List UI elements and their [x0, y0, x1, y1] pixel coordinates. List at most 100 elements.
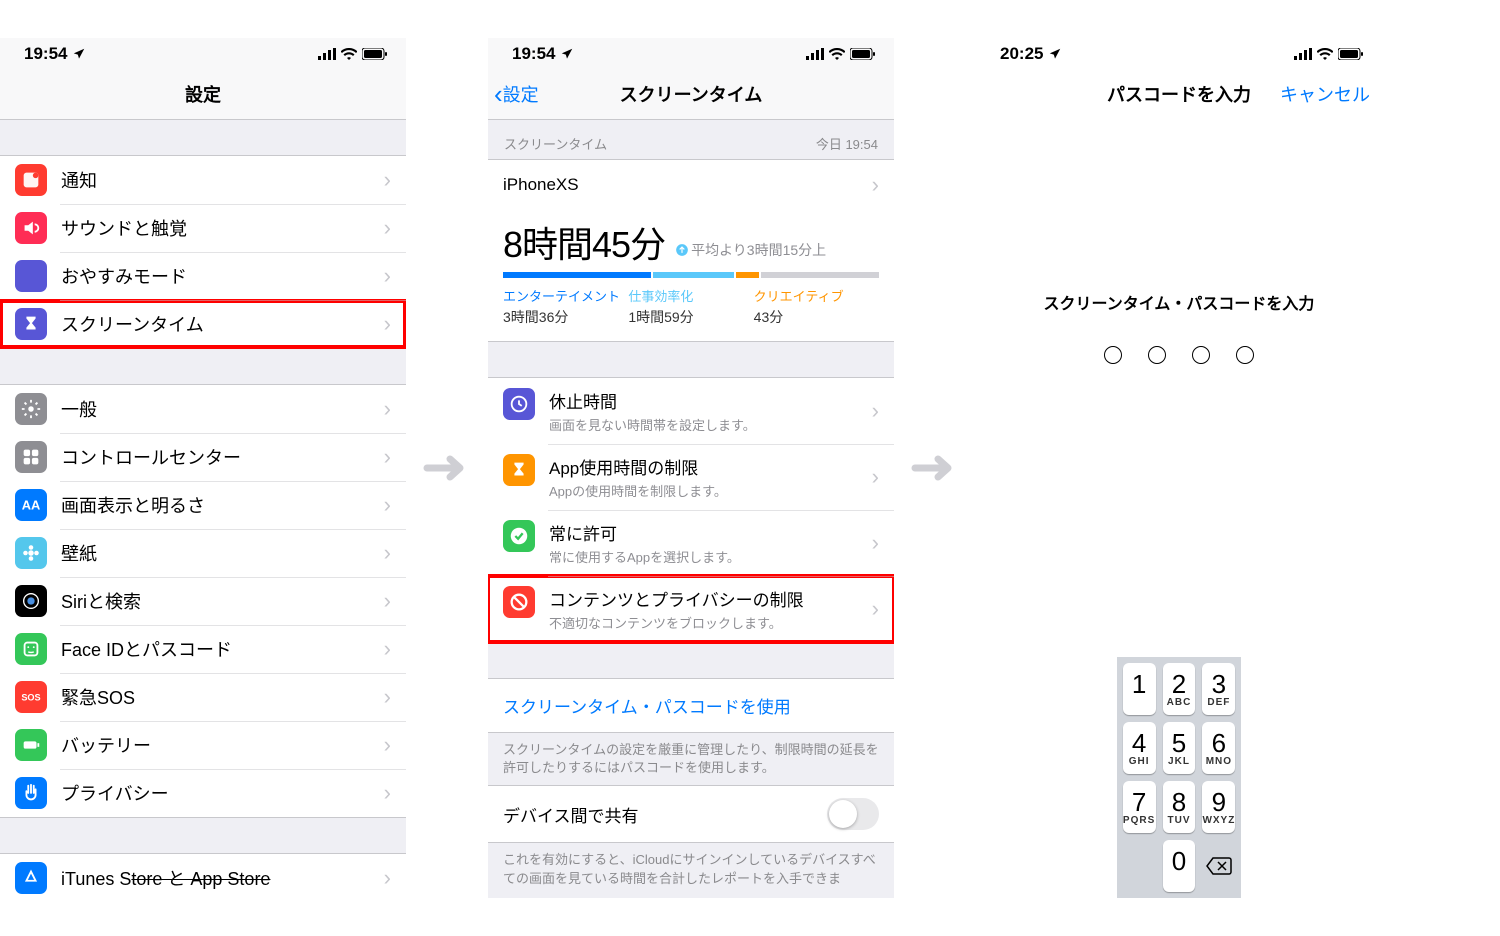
- row-label: スクリーンタイム: [61, 311, 384, 337]
- settings-row[interactable]: SOS緊急SOS›: [0, 673, 406, 721]
- settings-row[interactable]: AA画面表示と明るさ›: [0, 481, 406, 529]
- passcode-screen: 20:25 パスコードを入力 キャンセル スクリーンタイム・パスコードを入力 1…: [976, 38, 1382, 898]
- option-subtitle: Appの使用時間を制限します。: [549, 481, 866, 500]
- nav-bar: 設定: [0, 68, 406, 120]
- wifi-icon: [1317, 48, 1333, 60]
- keypad-key-4[interactable]: 4GHI: [1123, 722, 1156, 774]
- device-row[interactable]: iPhoneXS›: [488, 160, 894, 210]
- settings-row[interactable]: バッテリー›: [0, 721, 406, 769]
- key-number: 3: [1212, 671, 1226, 697]
- category: クリエイティブ43分: [754, 286, 879, 327]
- keypad-key-8[interactable]: 8TUV: [1163, 781, 1196, 833]
- key-number: 8: [1172, 789, 1186, 815]
- keypad-key-1[interactable]: 1: [1123, 663, 1156, 715]
- passcode-dots: [1104, 346, 1254, 364]
- settings-row[interactable]: サウンドと触覚›: [0, 204, 406, 252]
- chevron-right-icon: ›: [384, 263, 391, 289]
- settings-row[interactable]: 一般›: [0, 385, 406, 433]
- nav-bar: パスコードを入力 キャンセル: [976, 68, 1382, 120]
- option-subtitle: 画面を見ない時間帯を設定します。: [549, 415, 866, 434]
- key-letters: MNO: [1206, 756, 1232, 767]
- status-bar: 20:25: [976, 38, 1382, 68]
- footer-text: スクリーンタイムの設定を厳重に管理したり、制限時間の延長を許可したりするにはパス…: [488, 733, 894, 785]
- settings-row[interactable]: iTunes Store と App Store›: [0, 854, 406, 898]
- keypad-key-9[interactable]: 9WXYZ: [1202, 781, 1235, 833]
- key-letters: PQRS: [1123, 815, 1155, 826]
- passcode-dot: [1148, 346, 1166, 364]
- chevron-right-icon: ›: [872, 596, 879, 622]
- chevron-left-icon: ‹: [494, 81, 503, 107]
- keypad-key-5[interactable]: 5JKL: [1163, 722, 1196, 774]
- aa-icon: AA: [15, 489, 47, 521]
- settings-row[interactable]: スクリーンタイム›: [0, 300, 406, 348]
- key-letters: GHI: [1129, 756, 1150, 767]
- option-row[interactable]: App使用時間の制限Appの使用時間を制限します。›: [488, 444, 894, 510]
- settings-row[interactable]: おやすみモード›: [0, 252, 406, 300]
- cancel-button[interactable]: キャンセル: [1280, 81, 1370, 107]
- key-number: 5: [1172, 730, 1186, 756]
- settings-row[interactable]: コントロールセンター›: [0, 433, 406, 481]
- passcode-dot: [1236, 346, 1254, 364]
- row-label: バッテリー: [61, 732, 384, 758]
- keypad-key-2[interactable]: 2ABC: [1163, 663, 1196, 715]
- hourglass-icon: [15, 308, 47, 340]
- settings-row[interactable]: 壁紙›: [0, 529, 406, 577]
- usage-bar: [503, 272, 879, 278]
- key-number: 7: [1132, 789, 1146, 815]
- key-letters: ABC: [1167, 697, 1192, 708]
- total-time: 8時間45分: [503, 216, 665, 268]
- row-label: iTunes Store と App Store: [61, 865, 384, 891]
- toggle-switch[interactable]: [827, 798, 879, 830]
- option-title: App使用時間の制限: [549, 454, 866, 479]
- chevron-right-icon: ›: [872, 172, 879, 198]
- row-label: 緊急SOS: [61, 684, 384, 710]
- use-passcode-link[interactable]: スクリーンタイム・パスコードを使用: [488, 678, 894, 733]
- keypad-key-7[interactable]: 7PQRS: [1123, 781, 1156, 833]
- option-row[interactable]: 常に許可常に使用するAppを選択します。›: [488, 510, 894, 576]
- keypad-delete[interactable]: [1202, 840, 1235, 892]
- key-letters: JKL: [1168, 756, 1190, 767]
- option-title: 休止時間: [549, 388, 866, 413]
- sos-icon: SOS: [15, 681, 47, 713]
- check-icon: [503, 520, 535, 552]
- location-icon: [1048, 47, 1062, 61]
- keypad-spacer: [1123, 840, 1156, 892]
- three-screenshots: 19:54 設定 通知›サウンドと触覚›おやすみモード›スクリーンタイム›一般›…: [0, 0, 1500, 936]
- keypad-key-0[interactable]: 0: [1163, 840, 1196, 892]
- key-number: 0: [1172, 848, 1186, 874]
- keypad-key-3[interactable]: 3DEF: [1202, 663, 1235, 715]
- row-label: Face IDとパスコード: [61, 636, 384, 662]
- screentime-screen: 19:54 ‹ 設定 スクリーンタイム スクリーンタイム今日 19:54iPho…: [488, 38, 894, 898]
- status-bar: 19:54: [0, 38, 406, 68]
- arrow-1: [406, 453, 488, 483]
- page-title: パスコードを入力: [1107, 81, 1251, 107]
- status-time: 19:54: [24, 44, 67, 64]
- status-time: 20:25: [1000, 44, 1043, 64]
- settings-row[interactable]: Face IDとパスコード›: [0, 625, 406, 673]
- gear-icon: [15, 393, 47, 425]
- share-across-devices-row[interactable]: デバイス間で共有: [488, 785, 894, 843]
- settings-row[interactable]: 通知›: [0, 156, 406, 204]
- status-time: 19:54: [512, 44, 555, 64]
- battery-icon: [850, 48, 876, 60]
- flower-icon: [15, 537, 47, 569]
- settings-row[interactable]: プライバシー›: [0, 769, 406, 817]
- option-row[interactable]: コンテンツとプライバシーの制限不適切なコンテンツをブロックします。›: [488, 576, 894, 642]
- location-icon: [560, 47, 574, 61]
- back-button[interactable]: ‹ 設定: [494, 81, 539, 107]
- key-letters: DEF: [1207, 697, 1230, 708]
- keypad-key-6[interactable]: 6MNO: [1202, 722, 1235, 774]
- wifi-icon: [341, 48, 357, 60]
- signal-icon: [1294, 48, 1312, 60]
- settings-row[interactable]: Siriと検索›: [0, 577, 406, 625]
- key-number: 1: [1132, 671, 1146, 697]
- key-letters: TUV: [1167, 815, 1190, 826]
- category: エンターテイメント3時間36分: [503, 286, 628, 327]
- chevron-right-icon: ›: [384, 311, 391, 337]
- status-bar: 19:54: [488, 38, 894, 68]
- trend-label: 平均より3時間15分上: [675, 240, 826, 260]
- footer-text: これを有効にすると、iCloudにサインインしているデバイスすべての画面を見てい…: [488, 843, 894, 895]
- chevron-right-icon: ›: [384, 732, 391, 758]
- option-row[interactable]: 休止時間画面を見ない時間帯を設定します。›: [488, 378, 894, 444]
- key-number: 6: [1212, 730, 1226, 756]
